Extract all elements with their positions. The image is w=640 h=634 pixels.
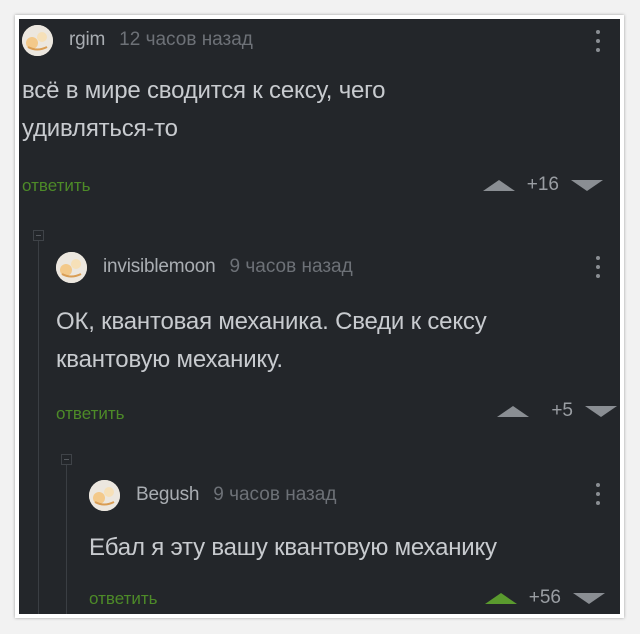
- vertical-ellipsis-icon[interactable]: [593, 256, 603, 278]
- comment-author[interactable]: invisiblemoon: [103, 256, 216, 278]
- triangle-up-icon[interactable]: [497, 405, 529, 417]
- triangle-down-icon[interactable]: [573, 592, 605, 604]
- reply-link[interactable]: ответить: [89, 589, 158, 609]
- reply-link[interactable]: ответить: [56, 404, 125, 424]
- collapse-thread-icon[interactable]: [61, 454, 72, 465]
- reply-link[interactable]: ответить: [22, 176, 91, 196]
- comment-timestamp: 9 часов назад: [229, 256, 353, 277]
- comment-header: rgim 12 часов назад: [22, 22, 253, 58]
- triangle-up-icon[interactable]: [485, 592, 517, 604]
- default-avatar-icon[interactable]: [22, 24, 53, 56]
- thread-line-level-1: [38, 241, 39, 614]
- comment-header: Begush 9 часов назад: [89, 477, 336, 513]
- collapse-thread-icon[interactable]: [33, 230, 44, 241]
- default-avatar-icon[interactable]: [56, 251, 87, 283]
- comment-text: Ебал я эту вашу квантовую механику: [89, 534, 497, 561]
- thread-line-level-2: [66, 465, 67, 614]
- comment-timestamp: 9 часов назад: [213, 484, 337, 505]
- vertical-ellipsis-icon[interactable]: [593, 483, 603, 505]
- default-avatar-icon[interactable]: [89, 479, 120, 511]
- comment-score: +16: [526, 174, 559, 195]
- comment-author[interactable]: rgim: [69, 29, 105, 51]
- vertical-ellipsis-icon[interactable]: [593, 30, 603, 52]
- comments-screen: rgim 12 часов назад всё в мире сводится …: [19, 19, 620, 614]
- vote-controls: +16: [483, 173, 603, 197]
- comment-author[interactable]: Begush: [136, 484, 199, 506]
- triangle-up-icon[interactable]: [483, 179, 515, 191]
- triangle-down-icon[interactable]: [571, 179, 603, 191]
- vote-controls: +56: [485, 586, 605, 610]
- comment-timestamp: 12 часов назад: [119, 29, 253, 50]
- screenshot-frame: rgim 12 часов назад всё в мире сводится …: [15, 15, 624, 618]
- comment-text: всё в мире сводится к сексу, чего удивля…: [22, 77, 386, 142]
- comment-text: ОК, квантовая механика. Сведи к сексу кв…: [56, 308, 487, 373]
- comment-header: invisiblemoon 9 часов назад: [56, 249, 353, 285]
- comment-score: +5: [551, 400, 573, 421]
- vote-controls: +5: [497, 399, 617, 423]
- triangle-down-icon[interactable]: [585, 405, 617, 417]
- comment-score: +56: [528, 587, 561, 608]
